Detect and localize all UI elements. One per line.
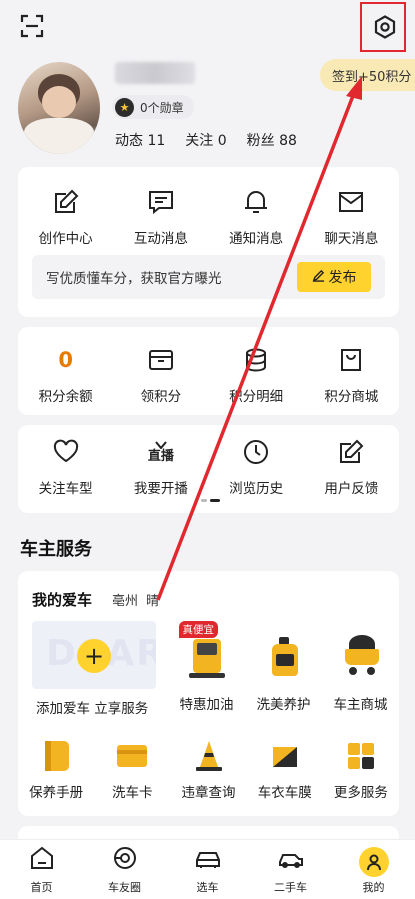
- tab-home[interactable]: 首页: [0, 840, 83, 899]
- tab-car-circle[interactable]: 车友圈: [83, 840, 166, 899]
- bottom-tab-bar: 首页 车友圈 选车 二手车 我的: [0, 839, 415, 899]
- annotation-arrow: [156, 76, 362, 601]
- profile-icon: [358, 847, 389, 877]
- used-car-icon: [277, 845, 305, 875]
- car-icon: [194, 845, 222, 875]
- tab-mine[interactable]: 我的: [332, 840, 415, 899]
- circle-icon: [112, 845, 138, 875]
- home-icon: [29, 845, 55, 875]
- tab-used-car[interactable]: 二手车: [249, 840, 332, 899]
- tab-choose-car[interactable]: 选车: [166, 840, 249, 899]
